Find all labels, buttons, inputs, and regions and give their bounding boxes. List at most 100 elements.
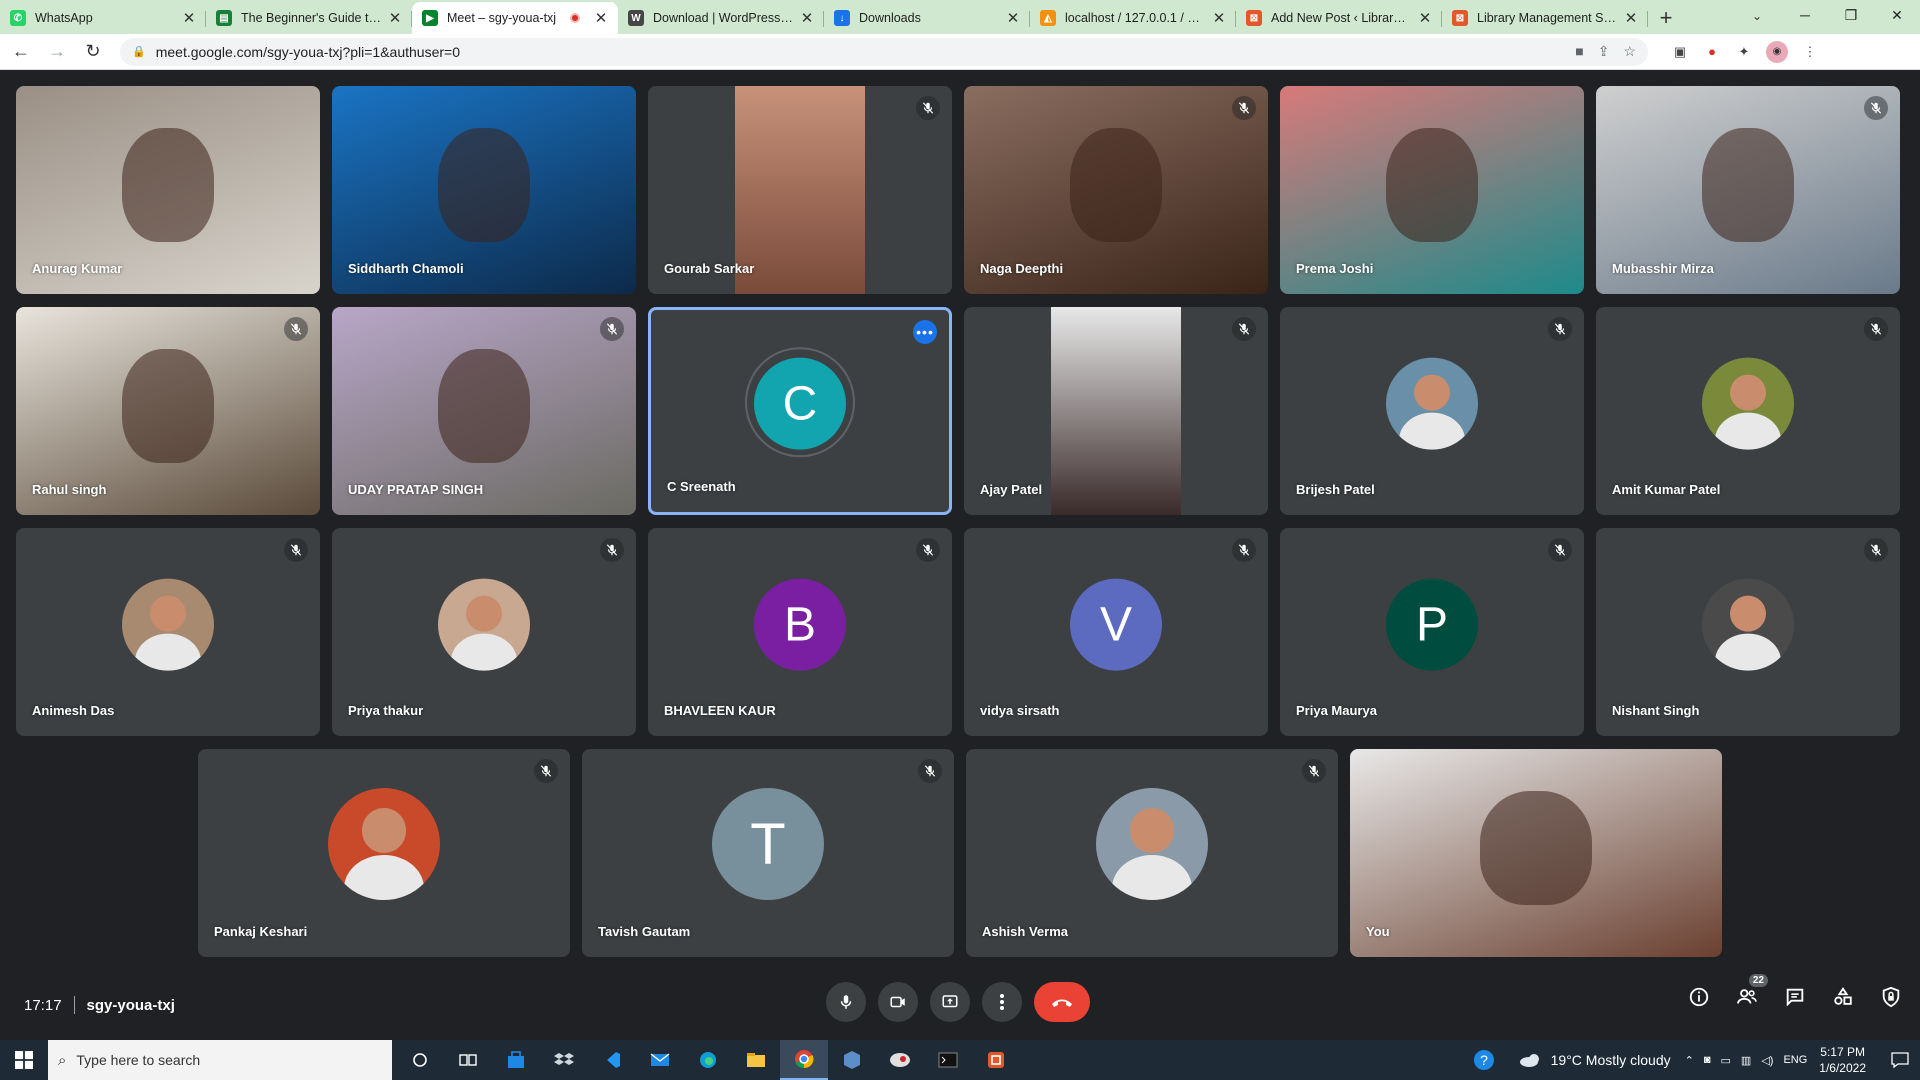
participant-tile[interactable]: Amit Kumar Patel xyxy=(1596,307,1900,515)
browser-tab[interactable]: ▶ Meet – sgy-youa-txj ✕ xyxy=(412,2,618,34)
participant-tile[interactable]: B BHAVLEEN KAUR xyxy=(648,528,952,736)
camera-button[interactable] xyxy=(878,982,918,1022)
browser-tab[interactable]: ◭ localhost / 127.0.0.1 / ampps ✕ xyxy=(1030,2,1236,34)
tab-search-icon[interactable]: ⌄ xyxy=(1742,2,1772,30)
participant-count-badge: 22 xyxy=(1748,974,1768,987)
edge-icon[interactable] xyxy=(684,1040,732,1080)
participant-tile[interactable]: Rahul singh xyxy=(16,307,320,515)
maximize-icon[interactable]: ❐ xyxy=(1828,0,1874,30)
close-window-icon[interactable]: ✕ xyxy=(1874,0,1920,30)
microphone-button[interactable] xyxy=(826,982,866,1022)
app-icon[interactable] xyxy=(876,1040,924,1080)
muted-mic-icon xyxy=(284,538,308,562)
activities-button[interactable] xyxy=(1830,984,1856,1010)
store-icon[interactable] xyxy=(492,1040,540,1080)
browser-tab[interactable]: W Download | WordPress.org ✕ xyxy=(618,2,824,34)
participant-tile[interactable]: You xyxy=(1350,749,1722,957)
muted-mic-icon xyxy=(534,759,558,783)
reload-icon[interactable]: ↻ xyxy=(78,37,108,67)
extension-icon[interactable]: ▣ xyxy=(1670,42,1690,62)
muted-mic-icon xyxy=(918,759,942,783)
close-tab-icon[interactable]: ✕ xyxy=(1006,9,1020,27)
participant-tile[interactable]: Vvidya sirsath xyxy=(964,528,1268,736)
participant-tile[interactable]: Nishant Singh xyxy=(1596,528,1900,736)
participant-tile[interactable]: Priya thakur xyxy=(332,528,636,736)
participant-video xyxy=(122,127,214,242)
participant-tile[interactable]: Anurag Kumar xyxy=(16,86,320,294)
tab-title: Downloads xyxy=(859,11,921,25)
participant-tile[interactable]: Prema Joshi xyxy=(1280,86,1584,294)
bookmark-star-icon[interactable]: ☆ xyxy=(1623,43,1636,60)
participant-tile[interactable]: UDAY PRATAP SINGH xyxy=(332,307,636,515)
close-tab-icon[interactable]: ✕ xyxy=(182,9,196,27)
back-icon[interactable]: ← xyxy=(6,37,36,67)
browser-tab[interactable]: ↓ Downloads ✕ xyxy=(824,2,1030,34)
language-indicator[interactable]: ENG xyxy=(1783,1054,1807,1067)
help-icon[interactable]: ? xyxy=(1469,1045,1499,1075)
extension-icon[interactable]: ● xyxy=(1702,42,1722,62)
browser-tab[interactable]: ⊠ Add New Post ‹ Library Management ✕ xyxy=(1236,2,1442,34)
camera-in-use-icon[interactable]: ■ xyxy=(1575,43,1583,60)
participant-tile[interactable]: Brijesh Patel xyxy=(1280,307,1584,515)
chrome-menu-icon[interactable]: ⋮ xyxy=(1800,42,1820,62)
close-tab-icon[interactable]: ✕ xyxy=(388,9,402,27)
minimize-icon[interactable]: ─ xyxy=(1782,0,1828,30)
more-options-icon[interactable]: ••• xyxy=(913,320,937,344)
weather-widget[interactable]: 19°C Mostly cloudy xyxy=(1519,1052,1671,1068)
terminal-icon[interactable] xyxy=(924,1040,972,1080)
mail-icon[interactable] xyxy=(636,1040,684,1080)
virtualbox-icon[interactable] xyxy=(828,1040,876,1080)
browser-tab[interactable]: ✆ WhatsApp ✕ xyxy=(0,2,206,34)
forward-icon[interactable]: → xyxy=(42,37,72,67)
participant-tile[interactable]: Ashish Verma xyxy=(966,749,1338,957)
file-explorer-icon[interactable] xyxy=(732,1040,780,1080)
tray-app-icon[interactable]: ▭ xyxy=(1721,1054,1731,1067)
host-controls-button[interactable] xyxy=(1878,984,1904,1010)
participant-tile[interactable]: Mubasshir Mirza xyxy=(1596,86,1900,294)
participant-tile[interactable]: Animesh Das xyxy=(16,528,320,736)
present-screen-button[interactable] xyxy=(930,982,970,1022)
participant-tile[interactable]: Gourab Sarkar xyxy=(648,86,952,294)
show-hidden-icons-chevron-icon[interactable]: ⌃ xyxy=(1685,1054,1694,1067)
volume-icon[interactable]: ◁) xyxy=(1761,1054,1773,1067)
close-tab-icon[interactable]: ✕ xyxy=(1212,9,1226,27)
network-icon[interactable]: ▥ xyxy=(1741,1054,1751,1067)
extensions-puzzle-icon[interactable]: ✦ xyxy=(1734,42,1754,62)
browser-tab[interactable]: ▤ The Beginner's Guide to Mobile ✕ xyxy=(206,2,412,34)
start-button[interactable] xyxy=(0,1040,48,1080)
notification-center-icon[interactable] xyxy=(1880,1040,1920,1080)
close-tab-icon[interactable]: ✕ xyxy=(594,9,608,27)
close-tab-icon[interactable]: ✕ xyxy=(1624,9,1638,27)
vscode-icon[interactable] xyxy=(588,1040,636,1080)
more-options-button[interactable] xyxy=(982,982,1022,1022)
participant-tile[interactable]: C ••• C Sreenath xyxy=(648,307,952,515)
ampps-icon[interactable] xyxy=(972,1040,1020,1080)
participant-tile[interactable]: P Priya Maurya xyxy=(1280,528,1584,736)
tray-app-icon[interactable]: ◙ xyxy=(1704,1054,1711,1067)
cortana-icon[interactable] xyxy=(396,1040,444,1080)
participant-tile[interactable]: Pankaj Keshari xyxy=(198,749,570,957)
participant-tile[interactable]: Naga Deepthi xyxy=(964,86,1268,294)
browser-tab[interactable]: ⊠ Library Management System ✕ xyxy=(1442,2,1648,34)
participant-tile[interactable]: T Tavish Gautam xyxy=(582,749,954,957)
taskbar-date: 1/6/2022 xyxy=(1819,1061,1866,1075)
address-bar[interactable]: 🔒 meet.google.com/sgy-youa-txj?pli=1&aut… xyxy=(120,37,1648,66)
participants-button[interactable]: 22 xyxy=(1734,974,1768,1010)
participant-tile[interactable]: Ajay Patel xyxy=(964,307,1268,515)
close-tab-icon[interactable]: ✕ xyxy=(800,9,814,27)
lock-icon[interactable]: 🔒 xyxy=(132,45,146,58)
chat-button[interactable] xyxy=(1782,984,1808,1010)
participant-name: Amit Kumar Patel xyxy=(1612,482,1721,497)
participant-tile[interactable]: Siddharth Chamoli xyxy=(332,86,636,294)
dropbox-icon[interactable] xyxy=(540,1040,588,1080)
share-icon[interactable]: ⇪ xyxy=(1598,43,1610,60)
taskbar-search-box[interactable]: ⌕ Type here to search xyxy=(48,1040,392,1080)
chrome-taskbar-icon[interactable] xyxy=(780,1040,828,1080)
meeting-details-button[interactable] xyxy=(1686,984,1712,1010)
close-tab-icon[interactable]: ✕ xyxy=(1418,9,1432,27)
task-view-icon[interactable] xyxy=(444,1040,492,1080)
clock-date[interactable]: 5:17 PM 1/6/2022 xyxy=(1819,1044,1866,1076)
profile-avatar[interactable]: ◉ xyxy=(1766,40,1788,63)
leave-call-button[interactable] xyxy=(1034,982,1090,1022)
new-tab-button[interactable]: + xyxy=(1648,2,1684,34)
